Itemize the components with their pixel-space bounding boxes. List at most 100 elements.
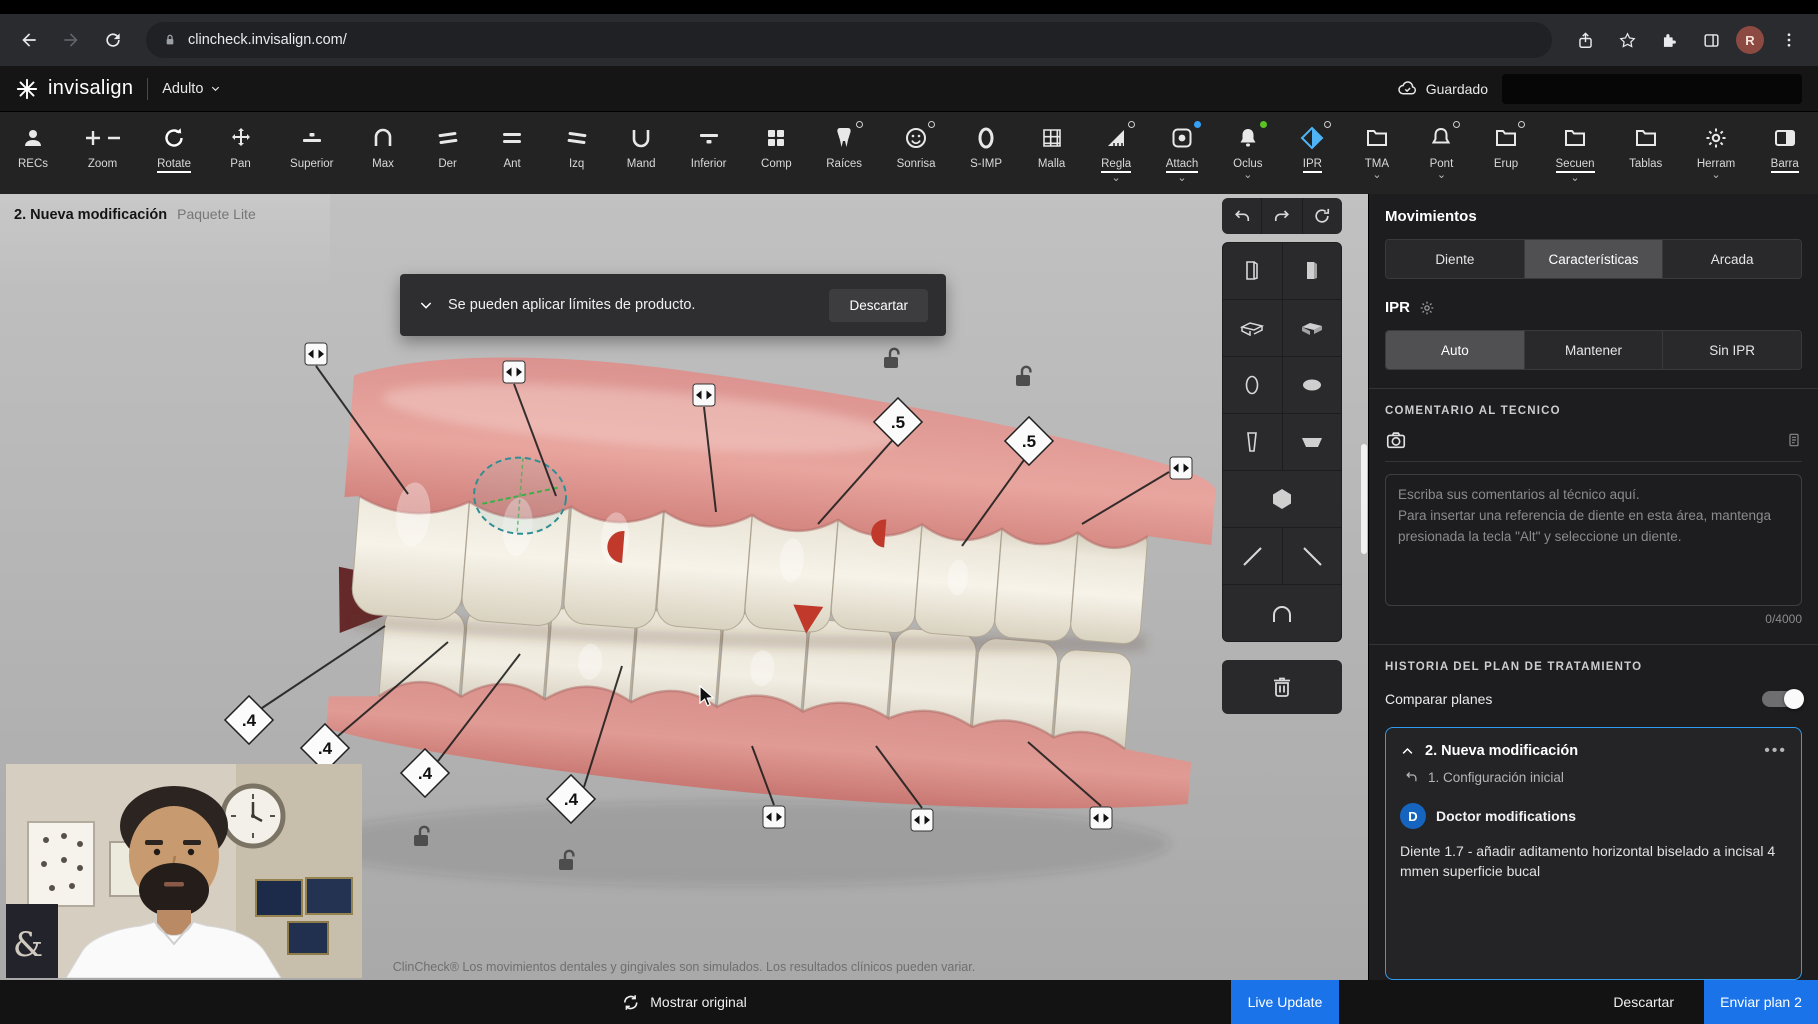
attachment-box-vertical-outline-button[interactable] xyxy=(1223,243,1282,299)
insert-reference-icon[interactable] xyxy=(1786,432,1802,448)
attachment-ellipse-vertical-button[interactable] xyxy=(1223,357,1282,413)
url-bar[interactable]: clincheck.invisalign.com/ xyxy=(146,22,1552,58)
arrow-marker[interactable] xyxy=(1089,806,1113,830)
toolbar-item-malla[interactable]: Malla xyxy=(1037,112,1067,194)
teeth-model[interactable] xyxy=(324,342,1222,827)
attachment-box-vertical-outline-icon xyxy=(1238,257,1266,285)
attachment-trapezoid-horizontal-button[interactable] xyxy=(1282,414,1341,470)
browser-back-button[interactable] xyxy=(12,23,46,57)
attachment-slab-filled-button[interactable] xyxy=(1282,300,1341,356)
arrow-marker[interactable] xyxy=(692,383,716,407)
ipr-option-auto[interactable]: Auto xyxy=(1386,331,1525,369)
chevron-down-icon: ⌄ xyxy=(1436,169,1447,181)
discard-plan-button[interactable]: Descartar xyxy=(1613,994,1674,1010)
browser-reload-button[interactable] xyxy=(96,23,130,57)
svg-text:.4: .4 xyxy=(318,739,333,758)
toolbar-item-ant[interactable]: Ant xyxy=(497,112,527,194)
toast-dismiss-button[interactable]: Descartar xyxy=(829,288,928,322)
delete-attachment-button[interactable] xyxy=(1222,660,1342,714)
toolbar-item-pan[interactable]: Pan xyxy=(226,112,256,194)
toolbar-item-inferior[interactable]: Inferior xyxy=(691,112,727,194)
unlocked-icon[interactable] xyxy=(1016,365,1032,386)
toolbar-item-regla[interactable]: Regla ⌄ xyxy=(1101,112,1136,194)
toolbar-item-barra[interactable]: Barra xyxy=(1770,112,1800,194)
webcam-overlay[interactable]: & xyxy=(6,764,362,978)
arrow-marker[interactable] xyxy=(762,805,786,829)
send-plan-button[interactable]: Enviar plan 2 xyxy=(1704,980,1818,1024)
browser-profile-avatar[interactable]: R xyxy=(1736,26,1764,54)
attachment-shape-grid xyxy=(1222,242,1342,642)
arrow-marker[interactable] xyxy=(1169,456,1193,480)
ipr-option-sin-ipr[interactable]: Sin IPR xyxy=(1663,331,1801,369)
toolbar-item-erup[interactable]: Erup xyxy=(1491,112,1525,194)
toolbar-item-ipr[interactable]: IPR xyxy=(1297,112,1332,194)
attachment-trapezoid-vertical-button[interactable] xyxy=(1223,414,1282,470)
toolbar-item-s-imp[interactable]: S-IMP xyxy=(970,112,1002,194)
toolbar-item-tablas[interactable]: Tablas xyxy=(1629,112,1662,194)
svg-text:.5: .5 xyxy=(1022,432,1036,451)
compare-plans-toggle[interactable] xyxy=(1762,689,1804,709)
arrow-marker[interactable] xyxy=(304,342,328,366)
attachment-slab-outline-button[interactable] xyxy=(1223,300,1282,356)
toolbar-item-superior[interactable]: Superior xyxy=(290,112,334,194)
canvas-scrollbar[interactable] xyxy=(1361,444,1367,554)
attachment-ellipse-horizontal-button[interactable] xyxy=(1282,357,1341,413)
toolbar-item-tma[interactable]: TMA ⌄ xyxy=(1362,112,1392,194)
comp-icon xyxy=(764,126,788,150)
cut-line-backward-button[interactable] xyxy=(1282,528,1341,584)
show-original-button[interactable]: Mostrar original xyxy=(621,980,747,1024)
side-panel-icon[interactable] xyxy=(1694,23,1728,57)
unlocked-icon[interactable] xyxy=(884,347,900,368)
bottom-bar: Mostrar original Live Update Descartar E… xyxy=(0,980,1818,1024)
browser-forward-button[interactable] xyxy=(54,23,88,57)
toolbar-item-ra-ces[interactable]: Raíces xyxy=(826,112,864,194)
camera-snapshot-icon[interactable] xyxy=(1385,429,1407,451)
toolbar-item-secuen[interactable]: Secuen ⌄ xyxy=(1555,112,1595,194)
toolbar-item-sonrisa[interactable]: Sonrisa xyxy=(897,112,936,194)
green-badge-dot xyxy=(1259,121,1267,128)
arrow-marker[interactable] xyxy=(502,360,526,384)
redo-icon xyxy=(1272,206,1292,226)
reset-view-button[interactable] xyxy=(1303,198,1342,234)
attachment-hexagon-button[interactable] xyxy=(1223,471,1341,527)
chevron-up-icon[interactable] xyxy=(1400,744,1415,759)
tab-caracter-sticas[interactable]: Características xyxy=(1524,240,1664,278)
tab-arcada[interactable]: Arcada xyxy=(1663,240,1801,278)
header-divider xyxy=(147,77,149,100)
toolbar-item-zoom[interactable]: Zoom xyxy=(83,112,123,194)
extensions-puzzle-icon[interactable] xyxy=(1652,23,1686,57)
cut-line-forward-button[interactable] xyxy=(1223,528,1282,584)
tab-diente[interactable]: Diente xyxy=(1386,240,1525,278)
attachment-box-vertical-filled-button[interactable] xyxy=(1282,243,1341,299)
patient-type-dropdown[interactable]: Adulto xyxy=(162,81,221,97)
ipr-diamond[interactable]: .4 xyxy=(223,694,275,746)
chevron-down-icon xyxy=(420,302,432,309)
toolbar-item-rotate[interactable]: Rotate xyxy=(157,112,191,194)
toolbar-item-comp[interactable]: Comp xyxy=(761,112,792,194)
toolbar-item-attach[interactable]: Attach ⌄ xyxy=(1165,112,1202,194)
plan-menu-kebab-icon[interactable]: ••• xyxy=(1764,742,1787,760)
toolbar-item-pont[interactable]: Pont ⌄ xyxy=(1426,112,1461,194)
share-icon[interactable] xyxy=(1568,23,1602,57)
technician-comment-input[interactable] xyxy=(1385,474,1802,606)
toolbar-item-recs[interactable]: RECs xyxy=(18,112,48,194)
redo-button[interactable] xyxy=(1262,198,1303,234)
arrow-marker[interactable] xyxy=(910,808,934,832)
arch-arc-button[interactable] xyxy=(1223,585,1341,641)
toolbar-item-oclus[interactable]: Oclus ⌄ xyxy=(1233,112,1267,194)
toolbar-item-izq[interactable]: Izq xyxy=(562,112,592,194)
active-plan-card[interactable]: 2. Nueva modificación ••• 1. Configuraci… xyxy=(1385,727,1802,980)
undo-button[interactable] xyxy=(1222,198,1263,234)
toolbar-item-der[interactable]: Der xyxy=(433,112,463,194)
browser-menu-kebab-icon[interactable] xyxy=(1772,23,1806,57)
toolbar-item-max[interactable]: Max xyxy=(368,112,398,194)
toolbar-item-herram[interactable]: Herram ⌄ xyxy=(1697,112,1735,194)
toolbar-item-mand[interactable]: Mand xyxy=(626,112,656,194)
save-status: Guardado xyxy=(1397,78,1488,99)
viewport-3d[interactable]: 2. Nueva modificación Paquete Lite Se pue… xyxy=(0,194,1368,980)
ipr-settings-gear-icon[interactable] xyxy=(1419,300,1435,316)
live-update-button[interactable]: Live Update xyxy=(1231,980,1339,1024)
bookmark-star-icon[interactable] xyxy=(1610,23,1644,57)
parent-plan-item[interactable]: 1. Configuración inicial xyxy=(1404,770,1787,785)
ipr-option-mantener[interactable]: Mantener xyxy=(1524,331,1664,369)
